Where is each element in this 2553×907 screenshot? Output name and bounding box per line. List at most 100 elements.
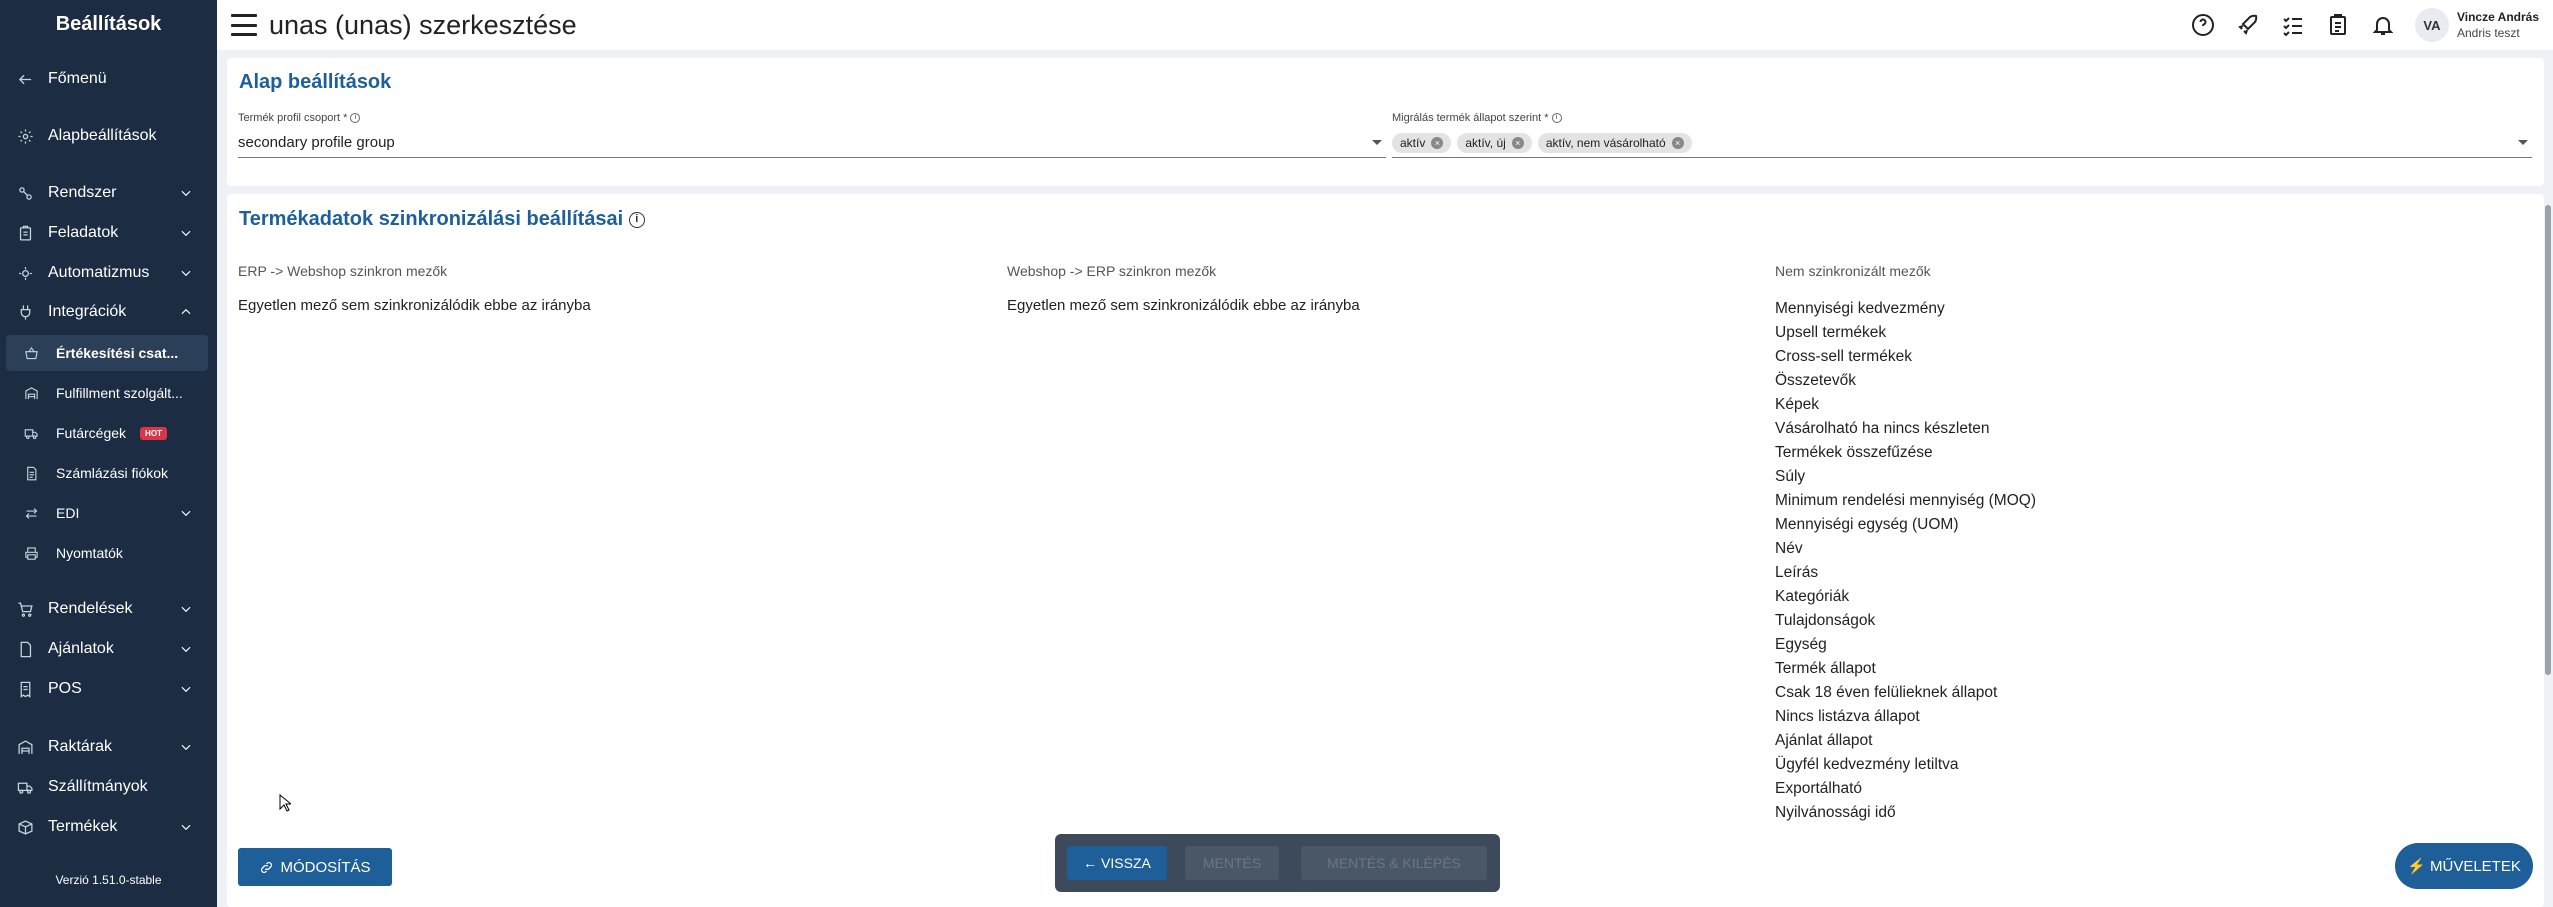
sidebar-item-szallitmanyok[interactable]: Szállítmányok (0, 769, 217, 805)
basic-settings-card: Alap beállítások Termék profil csoport *… (227, 58, 2544, 186)
migration-select[interactable]: aktív × aktív, új × aktív, nem vásárolható… (1392, 128, 2532, 158)
bell-icon[interactable] (2370, 12, 2396, 38)
sidebar-item-fulfillment[interactable]: Fulfillment szolgált... (0, 375, 217, 411)
not-synced-field: Upsell termékek (1775, 324, 1887, 341)
erp-to-webshop-heading: ERP -> Webshop szinkron mezők (238, 263, 448, 279)
sidebar-item-label: Futárcégek (56, 425, 127, 441)
sidebar-item-label: Nyomtatók (56, 545, 123, 561)
modify-button[interactable]: MÓDOSÍTÁS (238, 848, 392, 886)
info-icon: i (1551, 113, 1562, 124)
box-icon (16, 818, 34, 836)
chevron-down-icon (179, 186, 193, 200)
not-synced-field: Nyilvánossági idő (1775, 804, 1896, 821)
topbar: unas (unas) szerkesztése VA Vincze Andrá… (217, 0, 2553, 50)
sidebar-item-label: Szállítmányok (48, 778, 148, 795)
menu-icon[interactable] (231, 14, 257, 36)
sidebar-item-rendszer[interactable]: Rendszer (0, 175, 217, 211)
sidebar-title: Beállítások (55, 12, 162, 35)
info-icon[interactable]: i (628, 211, 645, 228)
receipt-icon (16, 680, 34, 698)
chevron-up-icon (179, 305, 193, 319)
link-icon (261, 861, 273, 873)
sidebar-item-label: Fulfillment szolgált... (56, 385, 183, 401)
avatar[interactable]: VA (2414, 8, 2449, 42)
chip-remove-icon[interactable]: × (1431, 136, 1444, 149)
not-synced-field: Ügyfél kedvezmény letiltva (1775, 756, 1959, 773)
sidebar-item-ajanlatok[interactable]: Ajánlatok (0, 631, 217, 667)
sidebar-item-rendelesek[interactable]: Rendelések (0, 591, 217, 627)
sidebar-item-alapbeallitasok[interactable]: Alapbeállítások (0, 118, 217, 154)
save-button[interactable]: MENTÉS (1185, 846, 1279, 880)
truck-icon (22, 424, 40, 442)
chip-remove-icon[interactable]: × (1671, 136, 1684, 149)
not-synced-field: Vásárolható ha nincs készleten (1775, 420, 1990, 437)
sidebar-item-label: Értékesítési csat... (56, 345, 179, 361)
help-icon[interactable] (2190, 12, 2216, 38)
clipboard-list-icon[interactable] (2325, 12, 2351, 38)
sidebar-item-feladatok[interactable]: Feladatok (0, 215, 217, 251)
chip-aktiv-nem-vasarolhato[interactable]: aktív, nem vásárolható × (1537, 132, 1692, 153)
info-icon: i (350, 113, 361, 124)
sidebar-item-label: Rendszer (48, 184, 117, 201)
arrow-left-icon (16, 70, 34, 88)
sidebar-item-automatizmus[interactable]: Automatizmus (0, 255, 217, 291)
chip-aktiv-uj[interactable]: aktív, új × (1457, 132, 1532, 153)
sidebar-item-szamlazasi-fiokok[interactable]: Számlázási fiókok (0, 455, 217, 491)
chevron-down-icon (179, 602, 193, 616)
not-synced-field: Minimum rendelési mennyiség (MOQ) (1775, 492, 2036, 509)
system-icon (16, 184, 34, 202)
chip-remove-icon[interactable]: × (1511, 136, 1524, 149)
version-label: Verzió 1.51.0-stable (55, 873, 162, 887)
truck-icon (16, 778, 34, 796)
file-icon (16, 640, 34, 658)
warehouse-icon (16, 738, 34, 756)
sidebar-item-pos[interactable]: POS (0, 671, 217, 707)
sidebar-item-integraciok[interactable]: Integrációk (0, 294, 217, 330)
chevron-down-icon (179, 740, 193, 754)
sidebar-item-edi[interactable]: EDI (0, 495, 217, 531)
actions-button[interactable]: ⚡ MŰVELETEK (2395, 843, 2533, 889)
gear-cog-icon (16, 264, 34, 282)
not-synced-field: Leírás (1775, 564, 1819, 581)
rocket-icon[interactable] (2235, 12, 2261, 38)
sidebar-item-label: Rendelések (48, 600, 133, 617)
sidebar-item-fomenu[interactable]: Főmenü (0, 61, 217, 97)
sidebar-item-raktarak[interactable]: Raktárak (0, 729, 217, 765)
sidebar-item-label: Termékek (48, 818, 118, 835)
sidebar-item-futarcegek[interactable]: Futárcégek HOT (0, 415, 217, 451)
sidebar-item-ertekesitesi-csatornak[interactable]: Értékesítési csat... (6, 335, 208, 371)
checklist-icon[interactable] (2280, 12, 2306, 38)
topbar-actions: VA Vincze András Andris teszt (2190, 0, 2553, 50)
sync-settings-title: Termékadatok szinkronizálási beállításai… (239, 208, 645, 231)
sidebar-item-nyomtatok[interactable]: Nyomtatók (0, 535, 217, 571)
not-synced-field: Egység (1775, 636, 1827, 653)
chevron-down-icon (179, 506, 193, 520)
sidebar-item-termekek[interactable]: Termékek (0, 809, 217, 845)
printer-icon (22, 544, 40, 562)
not-synced-field: Képek (1775, 396, 1819, 413)
not-synced-field: Súly (1775, 468, 1806, 485)
profile-group-select[interactable]: secondary profile group (238, 128, 1386, 158)
dropdown-arrow-icon (1372, 140, 1382, 145)
gear-icon (16, 127, 34, 145)
document-icon (22, 464, 40, 482)
back-button[interactable]: ← VISSZA (1067, 846, 1167, 880)
not-synced-list: Mennyiségi kedvezmény Upsell termékek Cros… (1775, 297, 2036, 825)
user-company: Andris teszt (2456, 26, 2520, 40)
hot-badge: HOT (140, 426, 167, 440)
not-synced-field: Exportálható (1775, 780, 1863, 797)
not-synced-field: Mennyiségi egység (UOM) (1775, 516, 1959, 533)
warehouse-icon (22, 384, 40, 402)
not-synced-field: Tulajdonságok (1775, 612, 1876, 629)
sidebar: Beállítások Főmenü Alapbeállítások Rends… (0, 0, 217, 907)
not-synced-field: Kategóriák (1775, 588, 1850, 605)
scrollbar[interactable] (2545, 205, 2551, 675)
not-synced-field: Ajánlat állapot (1775, 732, 1873, 749)
not-synced-field: Név (1775, 540, 1803, 557)
chip-aktiv[interactable]: aktív × (1392, 132, 1452, 153)
basic-settings-title: Alap beállítások (239, 71, 392, 93)
sidebar-item-label: Automatizmus (48, 264, 150, 281)
page-title: unas (unas) szerkesztése (269, 9, 577, 40)
save-exit-button[interactable]: MENTÉS & KILÉPÉS (1301, 846, 1487, 880)
user-info[interactable]: Vincze András Andris teszt (2457, 9, 2539, 41)
